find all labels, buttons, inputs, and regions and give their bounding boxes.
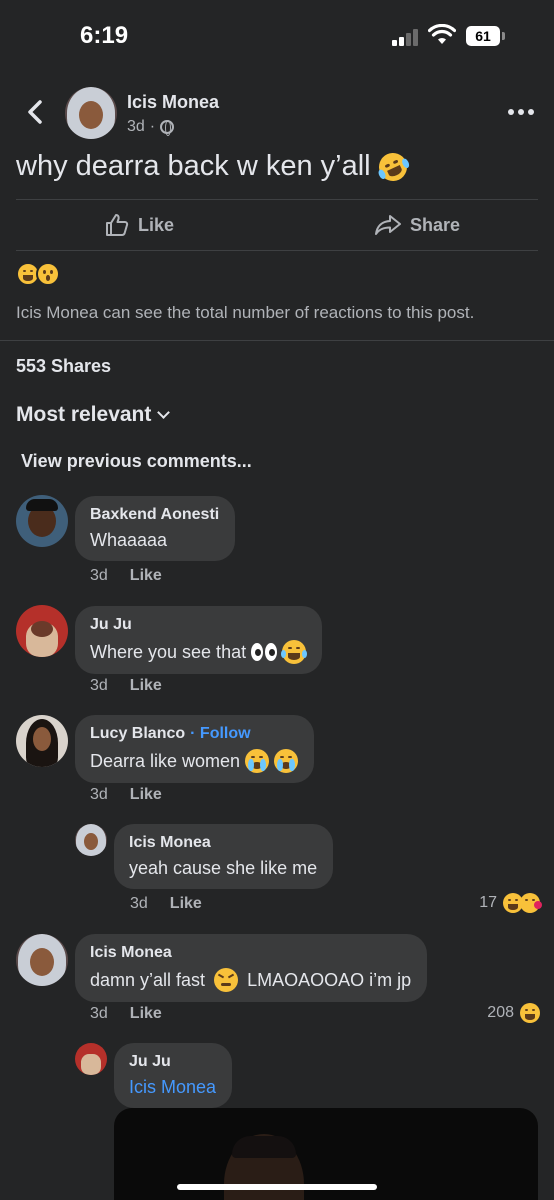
post-text-content: why dearra back w ken y’all [16, 150, 371, 182]
back-icon[interactable] [22, 96, 50, 128]
commenter-avatar[interactable] [16, 715, 68, 767]
status-bar: 6:19 61 [0, 0, 554, 74]
like-label: Like [138, 214, 175, 235]
comment-bubble: Baxkend Aonesti Whaaaaa [75, 496, 236, 561]
comment-like-button[interactable]: Like [130, 786, 162, 804]
battery-tip [502, 32, 505, 40]
commenter-name[interactable]: Lucy Blanco [90, 725, 185, 743]
like-button[interactable]: Like [104, 204, 174, 246]
commenter-name[interactable]: Icis Monea [129, 834, 317, 852]
reply-avatar[interactable] [75, 1043, 107, 1075]
section-divider [0, 340, 554, 341]
crying-emoji-icon [245, 749, 270, 773]
comment-meta: 3d Like [90, 567, 162, 585]
comment-text: damn y’all fast [90, 969, 206, 990]
comment-age: 3d [90, 786, 108, 803]
comment-meta: 3d Like [90, 786, 162, 804]
wifi-icon [428, 24, 456, 44]
commenter-name[interactable]: Icis Monea [90, 944, 411, 962]
rofl-emoji-icon [374, 147, 412, 186]
comment-bubble: Ju Ju Where you see that [75, 606, 323, 674]
sort-label: Most relevant [16, 403, 152, 426]
comment-age: 3d [90, 1005, 108, 1022]
reply-bubble: Ju Ju Icis Monea [114, 1043, 233, 1108]
post-text: why dearra back w ken y’all [16, 147, 412, 186]
wow-reaction-icon [36, 262, 60, 286]
comment-meta: 3d Like [130, 895, 202, 913]
comment-text-row: damn y’all fast LMAOAOOAO i’m jp [90, 968, 411, 992]
reaction-count: 17 [479, 894, 497, 911]
comment-like-button[interactable]: Like [130, 567, 162, 585]
comment-text: Whaaaaa [90, 530, 168, 550]
commenter-avatar[interactable] [16, 605, 68, 657]
share-icon [375, 215, 401, 235]
divider [16, 199, 538, 200]
comment-reactions[interactable]: 208 [487, 1003, 540, 1023]
battery-icon: 61 [466, 26, 500, 46]
author-name[interactable]: Icis Monea [127, 92, 219, 113]
comment-meta: 3d Like [90, 677, 162, 695]
reaction-privacy-note: Icis Monea can see the total number of r… [16, 303, 475, 322]
share-label: Share [410, 214, 461, 235]
comment-age: 3d [90, 677, 108, 694]
commenter-name[interactable]: Ju Ju [129, 1053, 216, 1071]
follow-button[interactable]: · Follow [190, 725, 250, 743]
comment-text-row: Where you see that [90, 640, 308, 664]
comment-text-row: Dearra like women [90, 749, 299, 773]
mention-link[interactable]: Icis Monea [129, 1077, 216, 1098]
commenter-avatar[interactable] [16, 495, 68, 547]
laughing-tears-emoji-icon [281, 640, 308, 664]
meta-separator: · [149, 118, 156, 135]
kiss-reaction-icon [520, 893, 542, 913]
post-reactions[interactable] [16, 262, 60, 286]
commenter-name[interactable]: Ju Ju [90, 616, 306, 634]
comment-text: Where you see that [90, 641, 247, 662]
commenter-avatar[interactable] [16, 934, 68, 986]
shares-count[interactable]: 553 Shares [16, 356, 111, 377]
divider [16, 250, 538, 251]
signal-icon [392, 28, 422, 46]
comment-text: Dearra like women [90, 750, 241, 771]
sort-dropdown[interactable]: Most relevant [16, 403, 171, 427]
author-avatar[interactable] [65, 87, 117, 139]
comment-reactions[interactable]: 17 [479, 893, 542, 913]
comment-meta: 3d Like [90, 1005, 162, 1023]
post-meta: 3d · [127, 118, 175, 136]
view-previous-comments[interactable]: View previous comments... [21, 451, 252, 472]
comment-bubble: Icis Monea damn y’all fast LMAOAOOAO i’m… [75, 934, 428, 1002]
reaction-count: 208 [487, 1004, 514, 1021]
comment-age: 3d [90, 567, 108, 584]
comment-text-continued: LMAOAOOAO i’m jp [247, 969, 412, 990]
comment-age: 3d [130, 895, 148, 912]
post-age: 3d [127, 118, 145, 135]
eyes-emoji-icon [251, 643, 278, 661]
commenter-name[interactable]: Baxkend Aonesti [90, 506, 219, 524]
comment-bubble: Lucy Blanco · Follow Dearra like women [75, 715, 315, 783]
comment-text: yeah cause she like me [129, 858, 318, 878]
persevering-emoji-icon [214, 968, 239, 992]
reply-avatar[interactable] [75, 824, 107, 856]
status-time: 6:19 [80, 22, 129, 49]
globe-icon [160, 120, 175, 136]
more-options-icon[interactable] [508, 100, 538, 124]
crying-emoji-icon [274, 749, 299, 773]
chevron-down-icon [157, 406, 171, 419]
screen: 6:19 61 Icis Monea 3d · why dearra back … [0, 0, 554, 1200]
reply-bubble: Icis Monea yeah cause she like me [114, 824, 334, 889]
comment-like-button[interactable]: Like [130, 677, 162, 695]
commenter-name-row: Lucy Blanco · Follow [90, 725, 298, 743]
comment-like-button[interactable]: Like [170, 895, 202, 913]
share-button[interactable]: Share [374, 204, 460, 246]
comment-like-button[interactable]: Like [130, 1005, 162, 1023]
thumbs-up-icon [106, 214, 129, 236]
home-indicator[interactable] [177, 1184, 377, 1190]
haha-reaction-icon [520, 1003, 540, 1023]
